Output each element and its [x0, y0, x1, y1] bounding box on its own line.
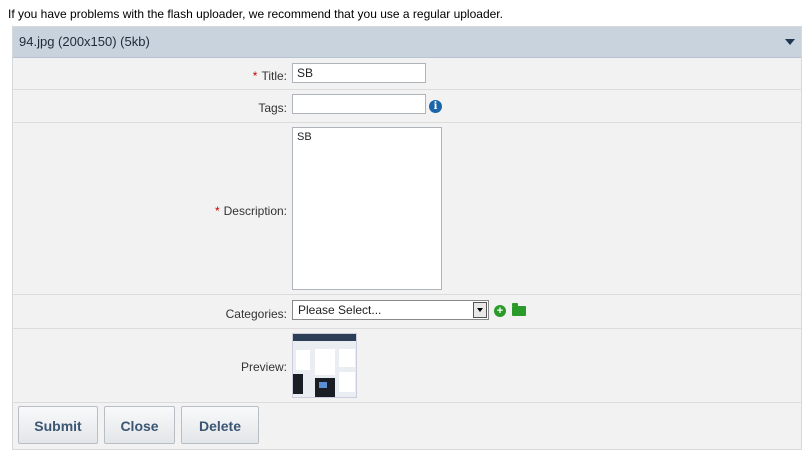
thumbnail-header-bar: [293, 334, 356, 341]
panel-title: 94.jpg (200x150) (5kb): [19, 34, 150, 49]
required-marker: *: [214, 204, 220, 218]
categories-select[interactable]: Please Select...: [292, 300, 489, 320]
description-row: * Description: SB: [13, 123, 801, 295]
title-label: * Title:: [253, 69, 287, 83]
thumbnail-tile: [339, 349, 355, 367]
delete-button[interactable]: Delete: [181, 406, 259, 444]
tags-label: Tags:: [258, 101, 287, 115]
submit-button[interactable]: Submit: [18, 406, 98, 444]
tags-input[interactable]: [292, 94, 426, 114]
uploader-notice: If you have problems with the flash uplo…: [8, 7, 503, 21]
panel-header[interactable]: 94.jpg (200x150) (5kb): [13, 27, 801, 58]
required-marker: *: [252, 69, 258, 83]
categories-row: Categories: Please Select... +: [13, 295, 801, 329]
upload-item-panel: 94.jpg (200x150) (5kb) * Title: SB Tags: …: [12, 26, 802, 450]
folder-icon[interactable]: [512, 303, 526, 316]
thumbnail-tile: [339, 372, 355, 392]
thumbnail-tile: [315, 349, 335, 375]
title-input[interactable]: SB: [292, 63, 426, 83]
preview-row: Preview:: [13, 329, 801, 403]
thumbnail-dark-block: [293, 374, 303, 394]
thumbnail-tile: [296, 350, 310, 370]
dropdown-arrow-icon[interactable]: [473, 302, 487, 318]
categories-selected-value: Please Select...: [298, 303, 382, 317]
info-icon[interactable]: i: [429, 100, 442, 113]
preview-label: Preview:: [240, 360, 287, 374]
categories-label: Categories:: [225, 307, 287, 321]
preview-thumbnail: [292, 333, 357, 398]
close-button[interactable]: Close: [104, 406, 175, 444]
description-label: * Description:: [215, 204, 287, 218]
actions-row: Submit Close Delete: [13, 403, 801, 449]
add-icon[interactable]: +: [494, 305, 506, 317]
thumbnail-accent-block: [319, 382, 327, 388]
tags-row: Tags: i: [13, 90, 801, 123]
title-label-text: Title:: [261, 69, 287, 83]
title-row: * Title: SB: [13, 58, 801, 90]
description-textarea[interactable]: SB: [292, 127, 442, 290]
thumbnail-dark-block: [315, 378, 335, 397]
description-label-text: Description:: [223, 204, 287, 218]
chevron-down-icon[interactable]: [785, 39, 795, 45]
